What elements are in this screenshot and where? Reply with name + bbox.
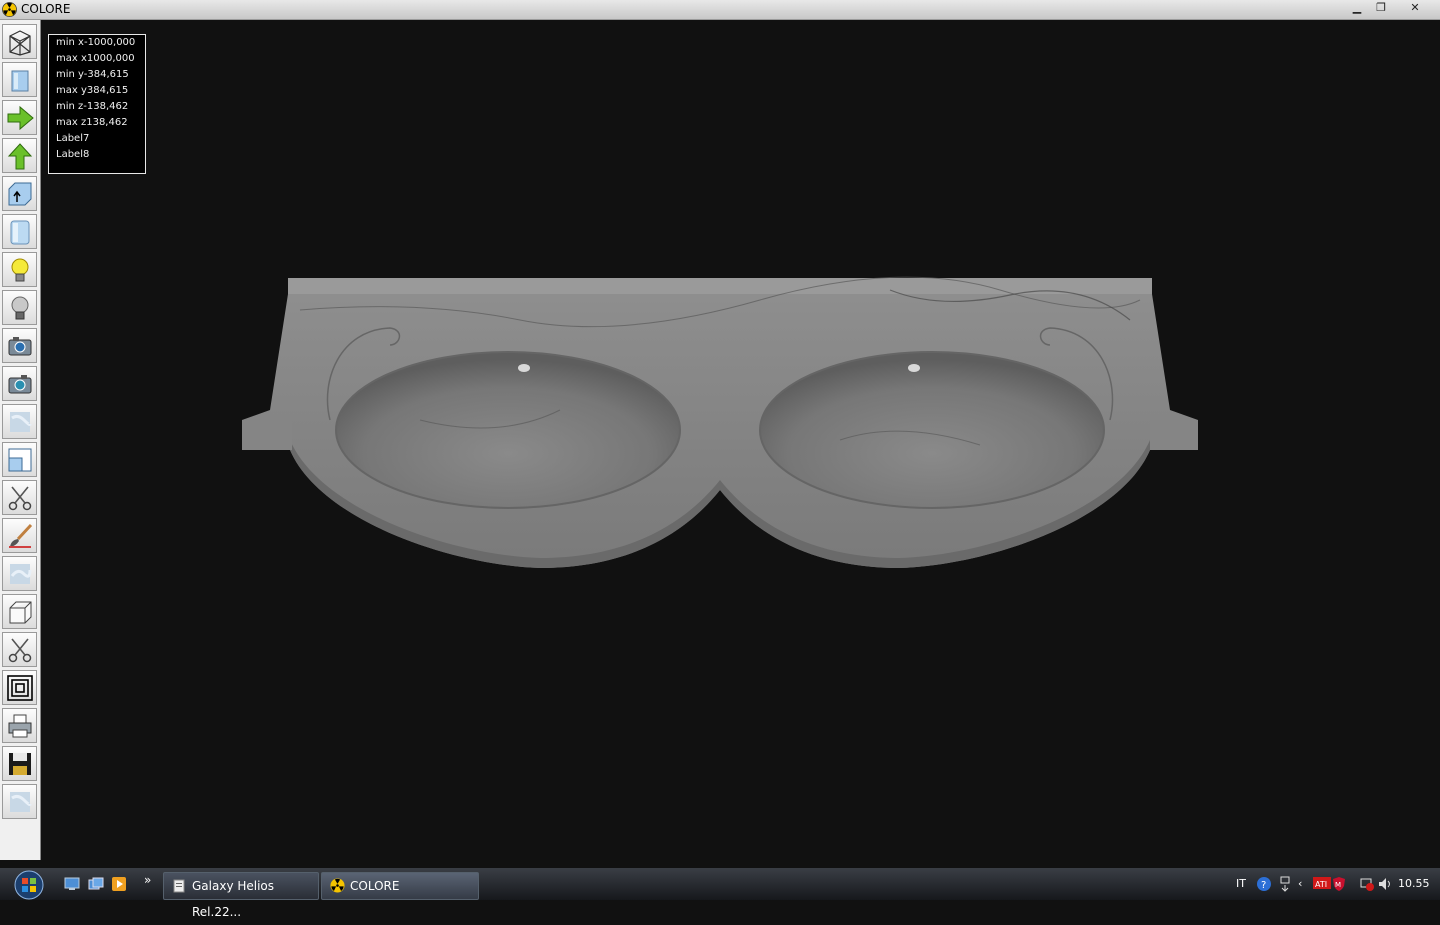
minimize-button[interactable]: ▁ [1346,0,1368,15]
max-x-label: max x1000,000 [56,53,135,64]
min-z-label: min z-138,462 [56,101,129,112]
label8: Label8 [56,149,90,160]
box-arrow-icon[interactable] [2,176,37,211]
switch-windows-icon[interactable] [88,877,104,891]
lightbulb-off-icon[interactable] [2,290,37,325]
language-indicator[interactable]: IT [1236,877,1246,890]
min-y-label: min y-384,615 [56,69,129,80]
start-button[interactable] [9,869,49,900]
svg-text:M: M [1335,881,1341,889]
concentric-squares-icon[interactable] [2,670,37,705]
radiation-icon [2,2,17,17]
chevron-left-icon[interactable]: ‹ [1298,877,1302,890]
sink-model [242,276,1198,568]
camera-alt-icon[interactable] [2,366,37,401]
cylinder-icon[interactable] [2,214,37,249]
svg-text:?: ? [1261,880,1266,891]
svg-text:ATI: ATI [1315,880,1327,889]
min-x-label: min x-1000,000 [56,37,136,48]
antivirus-shield-icon[interactable]: M [1332,876,1346,892]
task-label: COLORE [350,879,400,893]
tool-palette [0,20,41,860]
document-icon [173,879,185,893]
taskbar-task-galaxy-helios[interactable]: Galaxy Helios Rel.22... [163,872,319,919]
volume-icon[interactable] [1377,876,1393,892]
max-y-label: max y384,615 [56,85,129,96]
texture-disabled-icon[interactable] [2,784,37,819]
close-button[interactable]: ✕ [1404,0,1426,15]
scissors-icon[interactable] [2,480,37,515]
bounds-info-panel: min x-1000,000 max x1000,000 min y-384,6… [48,34,146,174]
title-bar: COLORE ▁ ❐ ✕ [0,0,1440,20]
restore-button[interactable]: ❐ [1370,0,1392,15]
quick-launch-more[interactable]: » [144,873,151,887]
ati-icon[interactable]: ATI [1313,877,1331,889]
taskbar-task-colore[interactable]: COLORE [321,872,479,900]
clock[interactable]: 10.55 [1398,877,1430,890]
arrow-right-icon[interactable] [2,100,37,135]
save-icon[interactable] [2,746,37,781]
render-viewport[interactable] [41,20,1440,868]
task-label: Galaxy Helios Rel.22... [192,879,275,919]
show-desktop-icon[interactable] [64,877,80,891]
camera-icon[interactable] [2,328,37,363]
texture-alt-icon[interactable] [2,556,37,591]
label7: Label7 [56,133,90,144]
window-title: COLORE [21,2,71,16]
arrow-up-icon[interactable] [2,138,37,173]
network-icon[interactable] [1278,875,1292,893]
box-outline-icon[interactable] [2,442,37,477]
lightbulb-on-icon[interactable] [2,252,37,287]
paint-brush-icon[interactable] [2,518,37,553]
radiation-icon [330,878,345,893]
box-icon[interactable] [2,62,37,97]
media-player-icon[interactable] [111,876,127,892]
help-icon[interactable]: ? [1256,876,1272,892]
cube-icon[interactable] [2,594,37,629]
texture-icon[interactable] [2,404,37,439]
network-status-icon[interactable] [1359,876,1375,892]
max-z-label: max z138,462 [56,117,128,128]
wireframe-icon[interactable] [2,24,37,59]
printer-icon[interactable] [2,708,37,743]
scissors-alt-icon[interactable] [2,632,37,667]
